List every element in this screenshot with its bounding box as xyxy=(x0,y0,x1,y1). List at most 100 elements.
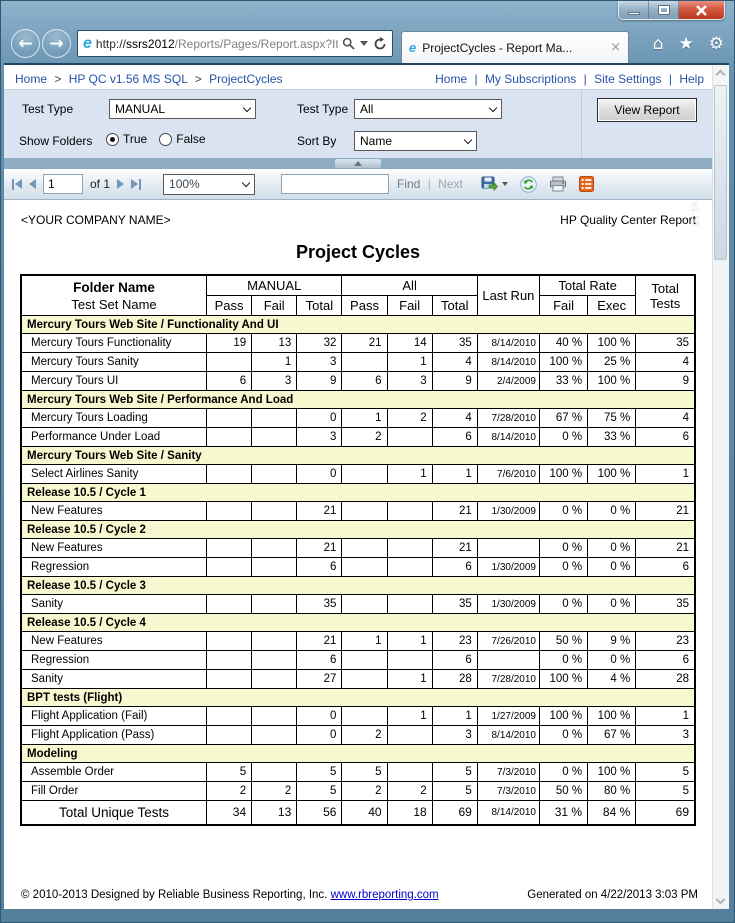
favorites-star-icon[interactable]: ★ xyxy=(679,34,694,54)
first-page-button[interactable] xyxy=(12,178,22,190)
value-cell: 0 % xyxy=(538,501,589,521)
export-button[interactable] xyxy=(481,176,508,192)
value-cell: 1 xyxy=(431,706,478,726)
value-cell xyxy=(251,408,298,428)
breadcrumb-home-link[interactable]: Home xyxy=(15,72,47,86)
value-cell xyxy=(341,501,388,521)
sort-by-select[interactable]: Name xyxy=(354,131,477,151)
value-cell xyxy=(206,408,253,428)
value-cell xyxy=(206,557,253,577)
collapse-handle[interactable] xyxy=(335,159,381,168)
zoom-select[interactable]: 100% xyxy=(163,173,256,195)
value-cell: 18 xyxy=(386,800,433,825)
value-cell: 0 % xyxy=(538,762,589,782)
help-link[interactable]: Help xyxy=(679,72,704,86)
chevron-down-icon xyxy=(488,103,498,112)
settings-gear-icon[interactable]: ⚙ xyxy=(709,34,724,54)
value-cell: 4 xyxy=(635,408,696,428)
back-button[interactable]: ← xyxy=(11,29,40,58)
maximize-button[interactable] xyxy=(649,1,679,19)
table-row: Regression 6 6 1/30/2009 0 % 0 % 6 xyxy=(20,557,696,577)
breadcrumb-project-link[interactable]: HP QC v1.56 MS SQL xyxy=(69,72,188,86)
find-next-link[interactable]: Next xyxy=(438,177,463,191)
value-cell xyxy=(386,650,433,670)
find-text-input[interactable] xyxy=(281,174,390,194)
table-row: Mercury Tours UI 6 3 9 6 3 9 2/4/2009 33 % 100 % 9 xyxy=(20,371,696,391)
value-cell: 75 % xyxy=(587,408,637,428)
value-cell: 4 xyxy=(635,352,696,372)
value-cell xyxy=(341,594,388,614)
browser-tab[interactable]: e ProjectCycles - Report Ma... × xyxy=(401,31,629,63)
scroll-up-icon[interactable] xyxy=(715,69,726,80)
site-settings-link[interactable]: Site Settings xyxy=(594,72,661,86)
value-cell: 40 xyxy=(341,800,388,825)
previous-page-button[interactable] xyxy=(29,179,36,189)
value-cell: 67 % xyxy=(587,725,637,745)
vertical-scrollbar[interactable] xyxy=(712,65,729,909)
value-cell xyxy=(386,501,433,521)
address-bar[interactable]: e http://ssrs2012/Reports/Pages/Report.a… xyxy=(77,30,393,57)
value-cell xyxy=(206,501,253,521)
value-cell: 5 xyxy=(635,781,696,801)
value-cell: 0 xyxy=(296,464,343,484)
value-cell: 4 xyxy=(431,352,478,372)
minimize-button[interactable] xyxy=(619,1,649,19)
value-cell: 6 xyxy=(635,557,696,577)
find-link[interactable]: Find xyxy=(397,177,420,191)
tab-close-icon[interactable]: × xyxy=(610,41,621,54)
scroll-down-icon[interactable] xyxy=(715,894,726,905)
value-cell: 8/14/2010 xyxy=(476,427,540,447)
value-cell: 0 xyxy=(296,706,343,726)
value-cell xyxy=(341,557,388,577)
report-title: Project Cycles xyxy=(295,242,421,262)
value-cell: 100 % xyxy=(587,371,637,391)
value-cell: 4 xyxy=(431,408,478,428)
value-cell: 33 % xyxy=(538,371,589,391)
next-page-button[interactable] xyxy=(117,179,125,189)
page-count-label: of 1 xyxy=(90,177,111,191)
value-cell: 0 % xyxy=(538,538,589,558)
value-cell: 1 xyxy=(341,408,388,428)
scrollbar-thumb[interactable] xyxy=(714,85,727,260)
view-report-button[interactable]: View Report xyxy=(597,98,697,122)
value-cell: 34 xyxy=(206,800,253,825)
col-header-pass: Pass xyxy=(341,295,388,316)
search-icon[interactable] xyxy=(342,37,355,50)
last-page-button[interactable] xyxy=(131,178,142,190)
col-header-fail: Fail xyxy=(386,295,433,316)
value-cell: 1 xyxy=(386,631,433,651)
refresh-page-icon[interactable] xyxy=(373,36,387,51)
show-folders-true-radio[interactable] xyxy=(106,132,119,146)
breadcrumb-report-link[interactable]: ProjectCycles xyxy=(209,72,282,86)
forward-button[interactable]: → xyxy=(42,29,71,58)
value-cell: 8/14/2010 xyxy=(476,333,540,353)
value-cell: 3 xyxy=(251,371,298,391)
close-button[interactable] xyxy=(679,1,724,19)
home-icon[interactable]: ⌂ xyxy=(653,34,664,54)
value-cell xyxy=(206,538,253,558)
address-dropdown-icon[interactable] xyxy=(360,41,368,46)
my-subscriptions-link[interactable]: My Subscriptions xyxy=(485,72,576,86)
value-cell: 7/3/2010 xyxy=(476,762,540,782)
col-header-name: Folder Name Test Set Name xyxy=(20,274,208,316)
rbreporting-link[interactable]: www.rbreporting.com xyxy=(331,889,439,901)
refresh-report-button[interactable] xyxy=(520,175,537,193)
test-type2-select[interactable]: All xyxy=(354,99,502,119)
value-cell: 5 xyxy=(341,762,388,782)
test-set-name: Sanity xyxy=(20,669,208,689)
home-link[interactable]: Home xyxy=(435,72,467,86)
print-button[interactable] xyxy=(549,176,567,192)
table-row: Performance Under Load 3 2 6 8/14/2010 0 % 33 … xyxy=(20,427,696,447)
title-bar xyxy=(1,1,734,27)
page-number-input[interactable] xyxy=(43,174,83,194)
data-feed-button[interactable] xyxy=(578,176,594,192)
printer-icon xyxy=(549,176,566,192)
value-cell: 14 xyxy=(386,333,433,353)
show-folders-false-radio[interactable] xyxy=(159,132,173,146)
value-cell: 6 xyxy=(635,650,696,670)
test-type-select[interactable]: MANUAL xyxy=(109,99,256,119)
value-cell xyxy=(206,650,253,670)
value-cell: 1 xyxy=(431,464,478,484)
value-cell: 8/14/2010 xyxy=(476,800,540,825)
refresh-icon xyxy=(520,175,537,193)
